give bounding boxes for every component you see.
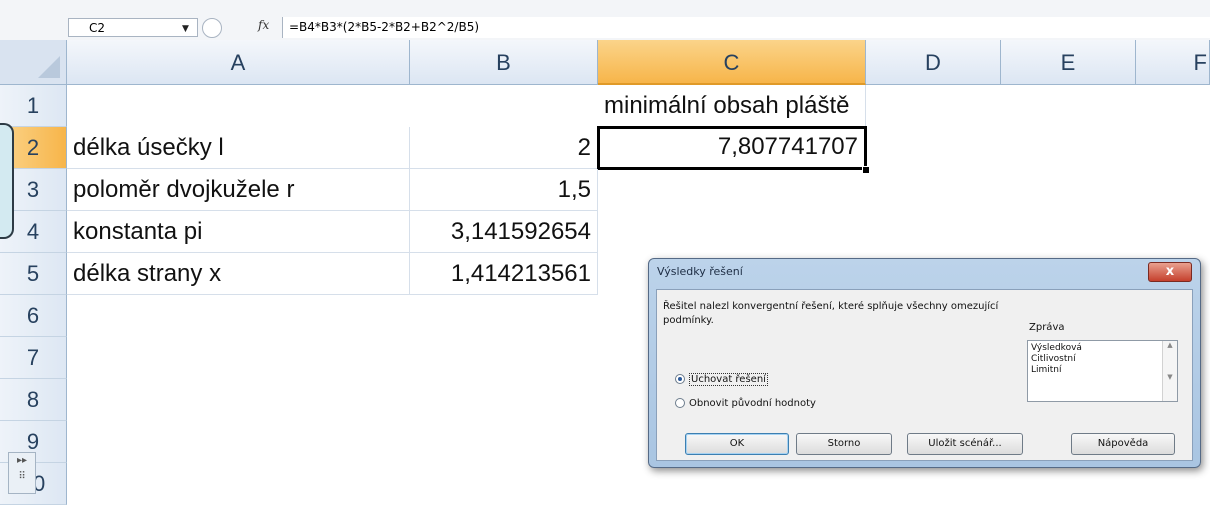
- name-box-dropdown-icon[interactable]: ▼: [182, 24, 189, 34]
- report-item-limits[interactable]: Limitní: [1028, 365, 1177, 376]
- formula-bar-ring-icon: [202, 18, 222, 38]
- side-panel-handle[interactable]: [0, 123, 14, 239]
- cell-a2[interactable]: délka úsečky l: [67, 127, 410, 169]
- insert-function-icon[interactable]: fx: [258, 18, 269, 32]
- cell-a3[interactable]: poloměr dvojkužele r: [67, 169, 410, 211]
- report-item-answer[interactable]: Výsledková: [1028, 341, 1177, 354]
- column-header-a[interactable]: A: [67, 40, 410, 85]
- row-header-8[interactable]: 8: [0, 379, 67, 421]
- save-scenario-button[interactable]: Uložit scénář...: [907, 433, 1023, 455]
- ok-button[interactable]: OK: [685, 433, 789, 455]
- report-item-sensitivity[interactable]: Citlivostní: [1028, 354, 1177, 365]
- radio-restore-label[interactable]: Obnovit původní hodnoty: [689, 398, 816, 409]
- radio-keep-label[interactable]: Uchovat řešení: [689, 373, 768, 386]
- reports-listbox[interactable]: Výsledková Citlivostní Limitní ▲ ▼: [1027, 340, 1178, 402]
- row-header-7[interactable]: 7: [0, 337, 67, 379]
- column-header-f[interactable]: F: [1136, 40, 1210, 85]
- cell-b2[interactable]: 2: [410, 127, 598, 169]
- dialog-title: Výsledky řešení: [657, 265, 743, 278]
- name-box[interactable]: C2: [68, 18, 198, 37]
- column-header-c[interactable]: C: [598, 40, 866, 85]
- formula-bar: C2 ▼ fx =B4*B3*(2*B5-2*B2+B2^2/B5): [0, 0, 1210, 41]
- radio-restore-values[interactable]: Obnovit původní hodnoty: [675, 398, 816, 409]
- row-header-1[interactable]: 1: [0, 85, 67, 127]
- radio-keep-solution[interactable]: Uchovat řešení: [675, 373, 768, 386]
- cell-c1[interactable]: minimální obsah pláště: [598, 85, 866, 127]
- sheet-nav-arrows-icon[interactable]: ▸▸ ⠿: [8, 452, 36, 494]
- row-header-6[interactable]: 6: [0, 295, 67, 337]
- cell-b5[interactable]: 1,414213561: [410, 253, 598, 295]
- select-all-corner[interactable]: [0, 40, 67, 85]
- cell-a4[interactable]: konstanta pi: [67, 211, 410, 253]
- column-header-e[interactable]: E: [1001, 40, 1136, 85]
- column-header-d[interactable]: D: [866, 40, 1001, 85]
- column-header-b[interactable]: B: [410, 40, 598, 85]
- close-icon[interactable]: x: [1148, 262, 1192, 282]
- cell-b3[interactable]: 1,5: [410, 169, 598, 211]
- cell-a5[interactable]: délka strany x: [67, 253, 410, 295]
- row-header-5[interactable]: 5: [0, 253, 67, 295]
- formula-input[interactable]: =B4*B3*(2*B5-2*B2+B2^2/B5): [282, 17, 1210, 38]
- solution-radio-group: Uchovat řešení Obnovit původní hodnoty: [667, 366, 907, 422]
- cancel-button[interactable]: Storno: [796, 433, 892, 455]
- reports-label: Zpráva: [1029, 322, 1065, 333]
- cell-c2-active[interactable]: 7,807741707: [597, 126, 867, 170]
- radio-selected-icon[interactable]: [675, 374, 685, 384]
- solver-results-dialog: Výsledky řešení x Řešitel nalezl konverg…: [648, 258, 1201, 468]
- dialog-body: Řešitel nalezl konvergentní řešení, kter…: [656, 289, 1193, 461]
- dialog-message: Řešitel nalezl konvergentní řešení, kter…: [663, 301, 999, 326]
- cell-b4[interactable]: 3,141592654: [410, 211, 598, 253]
- help-button[interactable]: Nápověda: [1071, 433, 1175, 455]
- fill-handle[interactable]: [862, 166, 870, 174]
- radio-unselected-icon[interactable]: [675, 398, 685, 408]
- listbox-scrollbar[interactable]: ▲ ▼: [1162, 341, 1177, 401]
